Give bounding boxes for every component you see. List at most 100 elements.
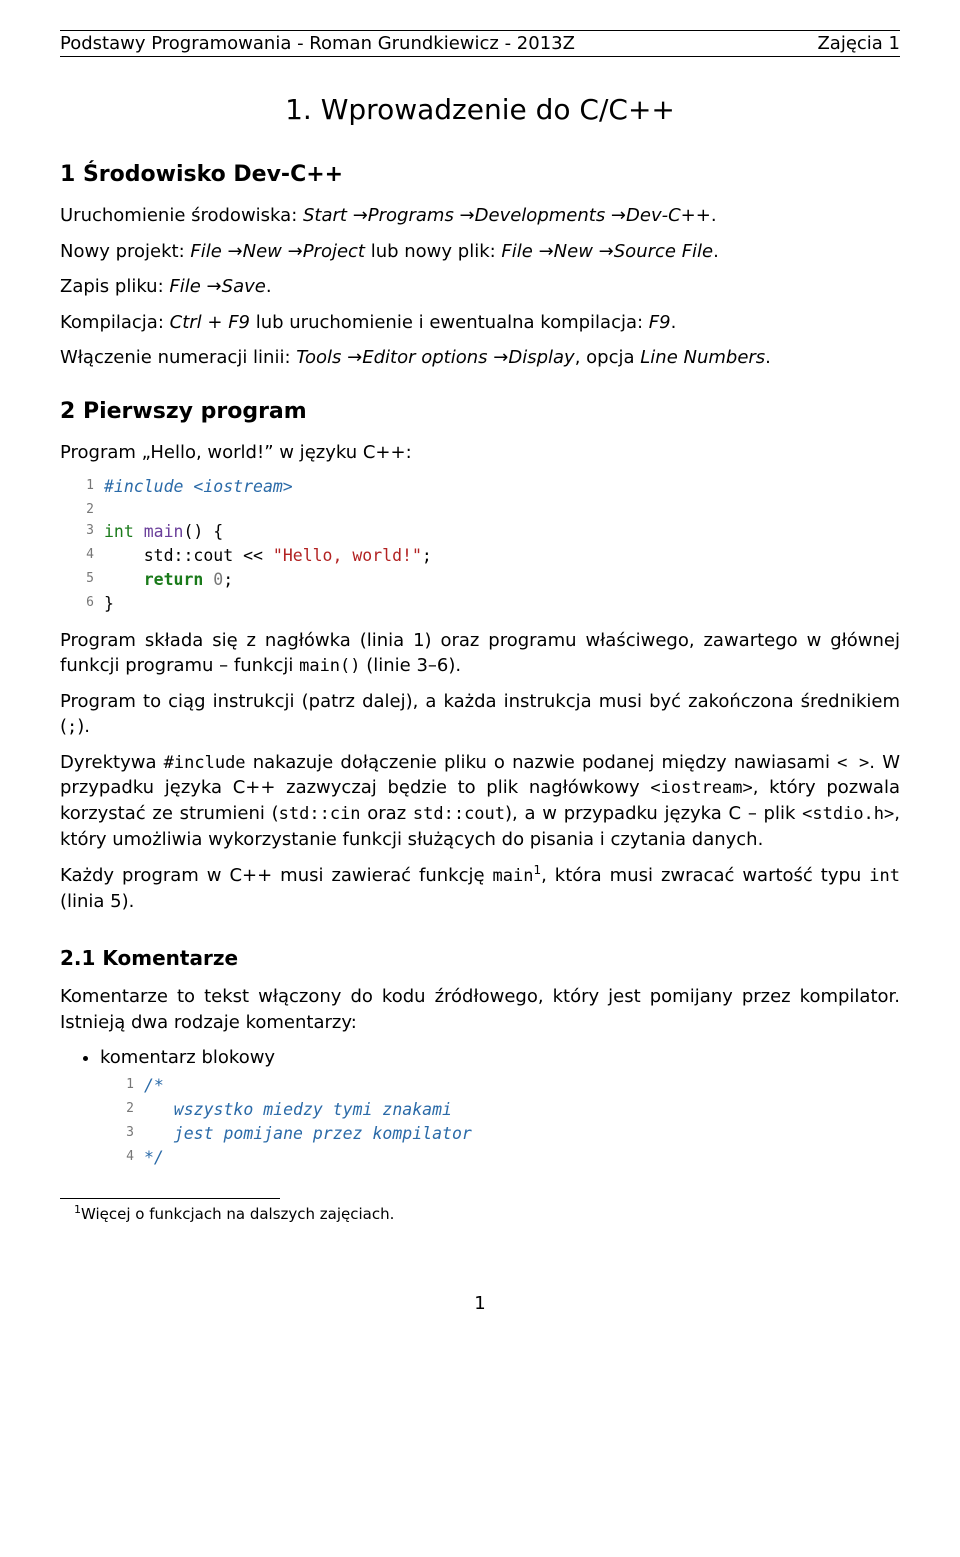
code-line: 5 return 0; [60,568,900,592]
sec2-p6: Program składa się z nagłówka (linia 1) … [60,628,900,679]
text: , która musi zwracać wartość typu [541,865,869,886]
page-header: Podstawy Programowania - Roman Grundkiew… [60,33,900,54]
sec1-p3: Zapis pliku: File →Save. [60,274,900,300]
sec1-p5: Włączenie numeracji linii: Tools →Editor… [60,345,900,371]
code: std::cout << "Hello, world!"; [104,544,432,568]
sec1-p1: Uruchomienie środowiska: Start →Programs… [60,203,900,229]
text: ), a w przypadku języka C – plik [505,803,802,824]
text: . [711,205,717,226]
tok: "Hello, world!" [273,546,422,565]
em: Start [303,205,347,226]
code: #include <iostream> [104,475,293,499]
document-title: 1. Wprowadzenie do C/C++ [60,93,900,126]
em: New [243,241,282,262]
tok: return [144,570,204,589]
arrow: → [488,347,509,368]
document-page: Podstawy Programowania - Roman Grundkiew… [0,0,960,1354]
code-line: 6} [60,592,900,616]
tok: int [104,522,134,541]
footnote-rule [60,1198,280,1199]
arrow: → [347,205,368,226]
code-line: 3 jest pomijane przez kompilator [100,1122,900,1146]
sec1-p2: Nowy projekt: File →New →Project lub now… [60,239,900,265]
bullet-label: komentarz blokowy [100,1047,275,1068]
gutter: 4 [100,1146,144,1170]
em: Save [222,276,266,297]
em: Editor options [362,347,487,368]
code-line: 1/* [100,1074,900,1098]
page-number: 1 [60,1293,900,1314]
tok: 0 [213,570,223,589]
gutter: 3 [100,1122,144,1146]
em: Line Numbers [640,347,765,368]
sec2-intro: Program „Hello, world!” w języku C++: [60,440,900,466]
sec21-intro: Komentarze to tekst włączony do kodu źró… [60,984,900,1035]
arrow: → [201,276,222,297]
gutter: 4 [60,544,104,568]
text: Program to ciąg instrukcji (patrz dalej)… [60,691,900,738]
section-2-heading: 2 Pierwszy program [60,399,900,424]
text: (linie 3–6). [361,655,462,676]
footnote: 1Więcej o funkcjach na dalszych zajęciac… [74,1203,900,1223]
em: File [190,241,221,262]
tok [104,570,144,589]
text: (linia 5). [60,891,134,912]
em: New [554,241,593,262]
text: . [713,241,719,262]
code: } [104,592,114,616]
em: Source File [614,241,713,262]
gutter: 2 [100,1098,144,1122]
tt: < > [837,753,869,773]
text: Uruchomienie środowiska: [60,205,303,226]
tt: main [493,866,534,886]
em: File [501,241,532,262]
em: Programs [368,205,454,226]
arrow: → [341,347,362,368]
tok: main [144,522,184,541]
text: ). [77,716,90,737]
text: . [266,276,272,297]
tok: ; [223,570,233,589]
tok: () { [184,522,224,541]
rule-top [60,30,900,31]
section-1-heading: 1 Środowisko Dev-C++ [60,162,900,187]
code: int main() { [104,520,223,544]
tt: std::cout [413,804,505,824]
code-line: 1#include <iostream> [60,475,900,499]
footnote-text: Więcej o funkcjach na dalszych zajęciach… [81,1205,394,1223]
section-2-1-heading: 2.1 Komentarze [60,946,900,970]
text: Zapis pliku: [60,276,169,297]
arrow: → [605,205,626,226]
text: Włączenie numeracji linii: [60,347,296,368]
sec2-p7: Program to ciąg instrukcji (patrz dalej)… [60,689,900,740]
rule-sep [60,56,900,57]
arrow: → [533,241,554,262]
text: . [765,347,771,368]
em: File [169,276,200,297]
em: Display [508,347,574,368]
tok: std::cout << [104,546,273,565]
comments-list: komentarz blokowy 1/* 2 wszystko miedzy … [60,1047,900,1170]
tt: std::cin [279,804,361,824]
list-item: komentarz blokowy 1/* 2 wszystko miedzy … [100,1047,900,1170]
text: Kompilacja: [60,312,170,333]
code-block-comment: 1/* 2 wszystko miedzy tymi znakami 3 jes… [100,1074,900,1170]
code-line: 2 [60,499,900,520]
gutter: 5 [60,568,104,592]
arrow: → [593,241,614,262]
tt: <stdio.h> [802,804,894,824]
tt: ; [67,717,77,737]
em: F9 [649,312,671,333]
code-block-hello: 1#include <iostream> 2 3int main() { 4 s… [60,475,900,615]
footnote-ref: 1 [533,863,541,877]
text: lub nowy plik: [365,241,501,262]
tt: <iostream> [650,778,752,798]
em: Dev-C++ [626,205,711,226]
tok: ; [422,546,432,565]
arrow: → [282,241,303,262]
gutter: 6 [60,592,104,616]
gutter: 2 [60,499,104,520]
text: lub uruchomienie i ewentualna kompilacja… [250,312,649,333]
tt: main() [299,656,360,676]
text: Każdy program w C++ musi zawierać funkcj… [60,865,493,886]
